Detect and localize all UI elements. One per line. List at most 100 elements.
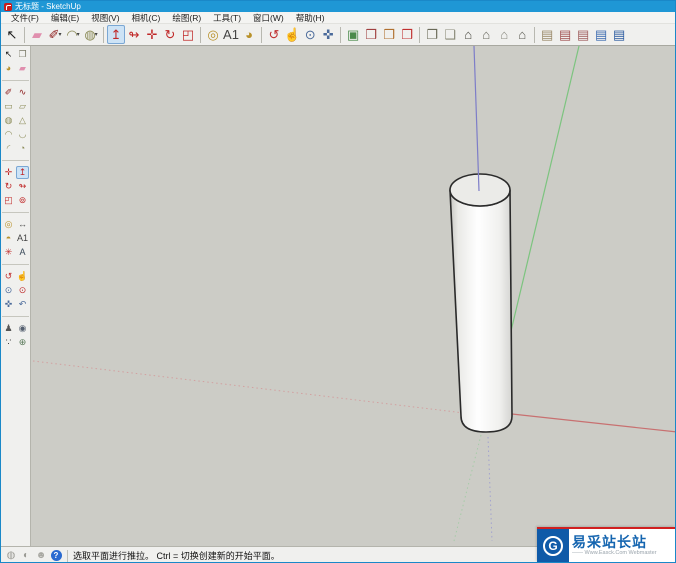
view-iso-button[interactable]: ❐ — [423, 25, 441, 44]
dropdown-arrow-icon[interactable]: ▾ — [58, 31, 61, 38]
view-top-icon: ❑ — [444, 27, 457, 42]
warehouse-get-button[interactable]: ▤ — [556, 25, 574, 44]
arc-tool-button[interactable]: ◠ ▾ — [64, 25, 82, 44]
menu-tools[interactable]: 工具(T) — [207, 12, 247, 24]
select-tool-button[interactable]: ↖ — [3, 25, 21, 44]
zoom-window-tool-button[interactable]: ⊙ — [16, 284, 29, 297]
rectangle-tool-icon: ▭ — [4, 101, 13, 111]
follow-me-tool-button[interactable]: ↬ — [16, 180, 29, 193]
view-right-button[interactable]: ⌂ — [477, 25, 495, 44]
tape-measure-tool-button[interactable]: ◎ — [2, 218, 15, 231]
dropdown-arrow-icon[interactable]: ▾ — [95, 31, 98, 38]
menu-window[interactable]: 窗口(W) — [247, 12, 290, 24]
three-point-arc-tool-icon: ◜ — [6, 143, 11, 153]
image-view-button[interactable]: ▣ — [344, 25, 362, 44]
three-point-arc-tool-button[interactable]: ◜ — [2, 142, 15, 155]
get-models-button[interactable]: ❒ — [362, 25, 380, 44]
text-tool-button[interactable]: A1 — [222, 25, 240, 44]
sketchup-app-icon — [4, 2, 12, 11]
make-component-button[interactable]: ❐ — [16, 48, 29, 61]
view-left-button[interactable]: ⌂ — [513, 25, 531, 44]
zoom-tool-button[interactable]: ⊙ — [2, 284, 15, 297]
push-pull-tool-button[interactable]: ↥ — [16, 166, 29, 179]
paint-bucket-tool-icon: ◕ — [245, 27, 253, 42]
push-pull-tool-button[interactable]: ↥ — [107, 25, 125, 44]
menu-file[interactable]: 文件(F) — [5, 12, 45, 24]
pie-tool-button[interactable]: ◔ — [16, 142, 29, 155]
two-point-arc-tool-button[interactable]: ◡ — [16, 128, 29, 141]
view-back-button[interactable]: ⌂ — [495, 25, 513, 44]
scale-tool-icon: ◰ — [181, 27, 195, 42]
zoom-extents-tool-button[interactable]: ✜ — [2, 298, 15, 311]
rectangle-tool-button[interactable]: ▭ — [2, 100, 15, 113]
view-front-button[interactable]: ⌂ — [459, 25, 477, 44]
paint-bucket-tool-button[interactable]: ◕ — [2, 62, 15, 75]
zoom-extents-tool-button[interactable]: ✜ — [319, 25, 337, 44]
warehouse-upload-button[interactable]: ▤ — [592, 25, 610, 44]
section-plane-tool-icon: ⊕ — [18, 337, 27, 347]
paint-bucket-tool-button[interactable]: ◕ — [240, 25, 258, 44]
three-d-text-tool-button[interactable]: A — [16, 246, 29, 259]
eraser-tool-button[interactable]: ▰ — [28, 25, 46, 44]
orbit-tool-button[interactable]: ↺ — [2, 270, 15, 283]
move-tool-button[interactable]: ✛ — [143, 25, 161, 44]
follow-me-tool-button[interactable]: ↬ — [125, 25, 143, 44]
arc-tool-button[interactable]: ◠ — [2, 128, 15, 141]
share-model-button[interactable]: ❒ — [380, 25, 398, 44]
move-tool-button[interactable]: ✛ — [2, 166, 15, 179]
axes-tool-button[interactable]: ✳ — [2, 246, 15, 259]
cylinder-model[interactable] — [449, 173, 513, 433]
position-camera-tool-button[interactable]: ♟ — [2, 322, 15, 335]
dropdown-arrow-icon[interactable]: ▾ — [77, 31, 80, 38]
polygon-tool-button[interactable]: △ — [16, 114, 29, 127]
rotate-tool-button[interactable]: ↻ — [161, 25, 179, 44]
share-component-button[interactable]: ❒ — [398, 25, 416, 44]
axes-tool-icon: ✳ — [4, 247, 13, 257]
tape-measure-tool-icon: ◎ — [207, 27, 219, 42]
scale-tool-button[interactable]: ◰ — [2, 194, 15, 207]
walk-tool-icon: ∵ — [5, 337, 12, 347]
protractor-tool-button[interactable]: ◓ — [2, 232, 15, 245]
warehouse-blue-button[interactable]: ▤ — [610, 25, 628, 44]
orbit-tool-button[interactable]: ↺ — [265, 25, 283, 44]
line-tool-button[interactable]: ✐ — [2, 86, 15, 99]
help-button[interactable]: ? — [50, 550, 62, 562]
rotated-rectangle-tool-button[interactable]: ▱ — [16, 100, 29, 113]
menu-edit: 编辑(E) — [50, 12, 80, 23]
warehouse-component-button[interactable]: ▤ — [538, 25, 556, 44]
eraser-tool-button[interactable]: ▰ — [16, 62, 29, 75]
text-tool-button[interactable]: A1 — [16, 232, 29, 245]
menu-view[interactable]: 视图(V) — [85, 12, 125, 24]
dimension-tool-button[interactable]: ↔ — [16, 218, 29, 231]
offset-tool-button[interactable]: ⊚ — [16, 194, 29, 207]
zoom-tool-button[interactable]: ⊙ — [301, 25, 319, 44]
pan-tool-button[interactable]: ☝ — [16, 270, 29, 283]
menu-draw[interactable]: 绘图(R) — [166, 12, 207, 24]
tape-measure-tool-button[interactable]: ◎ — [204, 25, 222, 44]
section-plane-tool-button[interactable]: ⊕ — [16, 336, 29, 349]
previous-view-tool-button[interactable]: ↶ — [16, 298, 29, 311]
circle-tool-button[interactable]: ◍ ▾ — [82, 25, 100, 44]
line-tool-button[interactable]: ✐ ▾ — [46, 25, 64, 44]
pan-tool-button[interactable]: ☝ — [283, 25, 301, 44]
model-viewport[interactable] — [31, 46, 675, 546]
sign-in-button[interactable]: ☻ — [35, 550, 47, 562]
menu-camera[interactable]: 相机(C) — [126, 12, 167, 24]
look-around-tool-button[interactable]: ◉ — [16, 322, 29, 335]
rotate-tool-button[interactable]: ↻ — [2, 180, 15, 193]
left-tool-palette: ↖ ❐ ◕ ▰ ✐ ∿ ▭ ▱ ◍ △ ◠ ◡ ◜ ◔ ✛ ↥ ↻ ↬ ◰ ⊚ ◎ ↔ ◓ A1 ✳ A ↺ ☝ ⊙ ⊙ ✜ ↶ ♟ ◉ ∵ ⊕ — [1, 46, 31, 546]
circle-tool-button[interactable]: ◍ — [2, 114, 15, 127]
menu-edit[interactable]: 编辑(E) — [45, 12, 85, 24]
title-bar[interactable]: 无标题 - SketchUp — [1, 1, 675, 12]
walk-tool-button[interactable]: ∵ — [2, 336, 15, 349]
scale-tool-button[interactable]: ◰ — [179, 25, 197, 44]
view-top-button[interactable]: ❑ — [441, 25, 459, 44]
warehouse-share-button[interactable]: ▤ — [574, 25, 592, 44]
geolocation-button[interactable]: ◍ — [5, 550, 17, 562]
menu-help[interactable]: 帮助(H) — [290, 12, 331, 24]
freehand-tool-button[interactable]: ∿ — [16, 86, 29, 99]
select-tool-button[interactable]: ↖ — [2, 48, 15, 61]
main-toolbar: ↖ ▰ ✐ ▾ ◠ ▾ ◍ ▾ ↥ ↬ ✛ ↻ ◰ ◎ A1 ◕ ↺ ☝ ⊙ ✜ ▣ ❒ ❒ ❒ ❐ ❑ ⌂ ⌂ ⌂ ⌂ ▤ ▤ ▤ ▤ ▤ — [1, 24, 675, 46]
credits-button[interactable]: ◐ — [20, 550, 32, 562]
warehouse-get-icon: ▤ — [559, 27, 572, 42]
